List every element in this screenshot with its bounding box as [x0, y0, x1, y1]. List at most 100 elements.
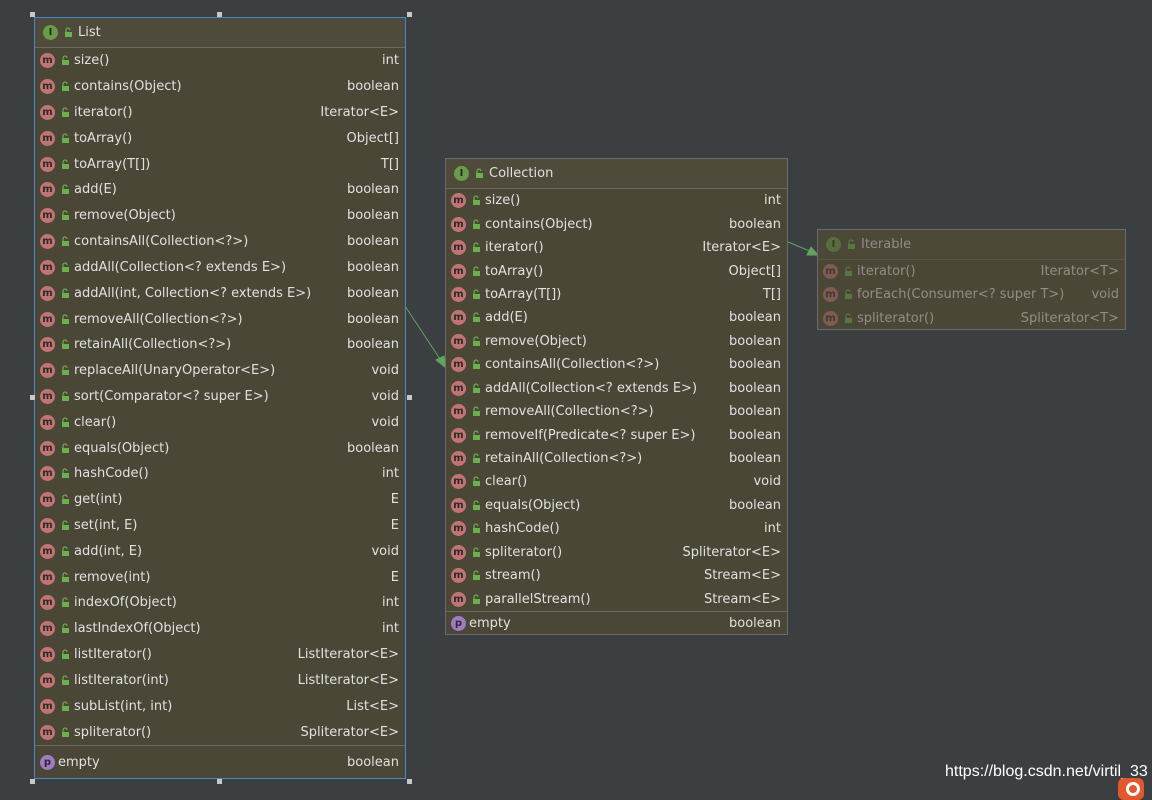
- method-name: clear(): [74, 414, 117, 430]
- method-row[interactable]: m remove(Object) boolean: [35, 203, 405, 229]
- method-row[interactable]: m hashCode() int: [446, 517, 787, 540]
- open-lock-icon: [60, 675, 71, 686]
- method-row[interactable]: m add(int, E) void: [35, 538, 405, 564]
- method-return-type: boolean: [347, 440, 399, 456]
- open-lock-icon: [843, 266, 854, 277]
- method-row[interactable]: m size() int: [35, 48, 405, 74]
- open-lock-icon: [471, 594, 482, 605]
- method-row[interactable]: m sort(Comparator<? super E>) void: [35, 384, 405, 410]
- open-lock-icon: [60, 443, 71, 454]
- method-row[interactable]: m contains(Object) boolean: [35, 74, 405, 100]
- method-name: addAll(int, Collection<? extends E>): [74, 285, 312, 301]
- method-row[interactable]: m retainAll(Collection<?>) boolean: [446, 447, 787, 470]
- watermark-url: https://blog.csdn.net/virtil_33: [945, 763, 1148, 780]
- open-lock-icon: [60, 210, 71, 221]
- method-row[interactable]: m subList(int, int) List<E>: [35, 693, 405, 719]
- method-return-type: boolean: [347, 285, 399, 301]
- list-interface-node[interactable]: I List m size() int m contains(Object) boolea…: [34, 17, 406, 779]
- method-row[interactable]: m toArray(T[]) T[]: [35, 151, 405, 177]
- open-lock-icon: [60, 623, 71, 634]
- method-row[interactable]: m spliterator() Spliterator<E>: [446, 541, 787, 564]
- method-row[interactable]: m listIterator(int) ListIterator<E>: [35, 668, 405, 694]
- open-lock-icon: [471, 430, 482, 441]
- method-row[interactable]: m parallelStream() Stream<E>: [446, 587, 787, 610]
- resize-handle[interactable]: [407, 395, 412, 400]
- method-row[interactable]: m containsAll(Collection<?>) boolean: [35, 229, 405, 255]
- method-row[interactable]: m indexOf(Object) int: [35, 590, 405, 616]
- method-row[interactable]: m iterator() Iterator<T>: [818, 260, 1125, 283]
- method-name: size(): [74, 53, 110, 69]
- collection-property-row[interactable]: p empty boolean: [446, 611, 787, 635]
- method-return-type: boolean: [347, 208, 399, 224]
- open-lock-icon: [60, 391, 71, 402]
- open-lock-icon: [471, 476, 482, 487]
- method-row[interactable]: m hashCode() int: [35, 461, 405, 487]
- method-return-type: boolean: [729, 333, 781, 349]
- resize-handle[interactable]: [217, 779, 222, 784]
- method-row[interactable]: m add(E) boolean: [446, 306, 787, 329]
- method-row[interactable]: m equals(Object) boolean: [35, 435, 405, 461]
- method-icon: m: [451, 474, 466, 490]
- resize-handle[interactable]: [407, 779, 412, 784]
- method-icon: m: [451, 193, 466, 209]
- collection-extends-iterable-line: [787, 241, 813, 253]
- method-row[interactable]: m retainAll(Collection<?>) boolean: [35, 332, 405, 358]
- method-name: toArray(): [74, 130, 133, 146]
- method-row[interactable]: m containsAll(Collection<?>) boolean: [446, 353, 787, 376]
- open-lock-icon: [471, 406, 482, 417]
- method-row[interactable]: m contains(Object) boolean: [446, 212, 787, 235]
- iterable-interface-node[interactable]: I Iterable m iterator() Iterator<T> m forEac…: [817, 229, 1126, 330]
- method-row[interactable]: m equals(Object) boolean: [446, 494, 787, 517]
- method-row[interactable]: m replaceAll(UnaryOperator<E>) void: [35, 358, 405, 384]
- method-row[interactable]: m iterator() Iterator<E>: [35, 100, 405, 126]
- list-methods: m size() int m contains(Object) boolean m itera…: [35, 48, 405, 745]
- method-row[interactable]: m set(int, E) E: [35, 513, 405, 539]
- collection-interface-node[interactable]: I Collection m size() int m contains(Object)…: [445, 158, 788, 635]
- method-row[interactable]: m toArray(T[]) T[]: [446, 283, 787, 306]
- method-row[interactable]: m spliterator() Spliterator<T>: [818, 307, 1125, 330]
- method-row[interactable]: m removeAll(Collection<?>) boolean: [446, 400, 787, 423]
- open-lock-icon: [471, 242, 482, 253]
- method-icon: m: [40, 259, 55, 275]
- method-row[interactable]: m addAll(Collection<? extends E>) boolean: [35, 255, 405, 281]
- method-icon: m: [40, 647, 55, 663]
- method-row[interactable]: m clear() void: [446, 470, 787, 493]
- method-return-type: boolean: [729, 310, 781, 326]
- resize-handle[interactable]: [217, 12, 222, 17]
- method-return-type: E: [390, 569, 399, 585]
- method-return-type: boolean: [729, 451, 781, 467]
- method-row[interactable]: m get(int) E: [35, 487, 405, 513]
- resize-handle[interactable]: [30, 12, 35, 17]
- method-row[interactable]: m removeIf(Predicate<? super E>) boolean: [446, 423, 787, 446]
- method-row[interactable]: m clear() void: [35, 409, 405, 435]
- property-type: boolean: [729, 616, 781, 631]
- method-row[interactable]: m forEach(Consumer<? super T>) void: [818, 283, 1125, 306]
- method-return-type: ListIterator<E>: [297, 647, 399, 663]
- method-row[interactable]: m size() int: [446, 189, 787, 212]
- open-lock-icon: [60, 726, 71, 738]
- method-row[interactable]: m addAll(Collection<? extends E>) boolean: [446, 377, 787, 400]
- method-return-type: T[]: [380, 156, 399, 172]
- method-name: remove(int): [74, 569, 151, 585]
- resize-handle[interactable]: [30, 779, 35, 784]
- method-return-type: ListIterator<E>: [297, 672, 399, 688]
- list-property-row[interactable]: p empty boolean: [35, 745, 405, 779]
- method-row[interactable]: m stream() Stream<E>: [446, 564, 787, 587]
- method-row[interactable]: m addAll(int, Collection<? extends E>) boo…: [35, 280, 405, 306]
- open-lock-icon: [60, 649, 71, 660]
- method-row[interactable]: m lastIndexOf(Object) int: [35, 616, 405, 642]
- method-row[interactable]: m listIterator() ListIterator<E>: [35, 642, 405, 668]
- method-row[interactable]: m toArray() Object[]: [35, 125, 405, 151]
- method-return-type: boolean: [347, 337, 399, 353]
- method-row[interactable]: m remove(int) E: [35, 564, 405, 590]
- resize-handle[interactable]: [407, 12, 412, 17]
- method-row[interactable]: m add(E) boolean: [35, 177, 405, 203]
- method-row[interactable]: m toArray() Object[]: [446, 259, 787, 282]
- method-row[interactable]: m remove(Object) boolean: [446, 330, 787, 353]
- method-row[interactable]: m iterator() Iterator<E>: [446, 236, 787, 259]
- method-row[interactable]: m removeAll(Collection<?>) boolean: [35, 306, 405, 332]
- method-name: removeIf(Predicate<? super E>): [485, 427, 696, 443]
- resize-handle[interactable]: [30, 395, 35, 400]
- method-name: retainAll(Collection<?>): [485, 451, 643, 467]
- method-row[interactable]: m spliterator() Spliterator<E>: [35, 719, 405, 745]
